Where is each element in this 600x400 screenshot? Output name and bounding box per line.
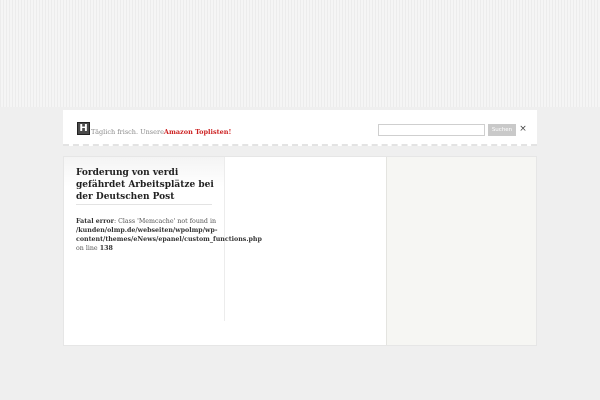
search-button[interactable]: Suchen [488,124,516,136]
sidebar [386,157,536,345]
close-icon[interactable]: × [519,123,527,135]
error-text: : Class 'Memcache' not found in [113,218,217,225]
title-divider [76,204,212,205]
top-striped-banner [0,0,600,107]
tagline: Täglich frisch. UnsereAmazon Toplisten! [91,128,231,136]
post-title[interactable]: Forderung von verdi gefährdet Arbeitsplä… [76,167,216,203]
content-panel: Forderung von verdi gefährdet Arbeitsplä… [63,156,537,346]
search-input[interactable] [378,124,485,136]
amazon-toplisten-link[interactable]: Amazon Toplisten! [164,128,231,136]
error-label: Fatal error [76,218,114,225]
error-line-number: 138 [99,245,113,252]
logo-icon[interactable]: H [77,122,90,135]
error-line-prefix: on line [76,245,98,252]
tagline-text: Täglich frisch. Unsere [91,128,164,136]
error-file-path: /kunden/olmp.de/webseiten/wpolmp/wp-cont… [76,227,262,243]
error-message: Fatal error: Class 'Memcache' not found … [76,217,262,253]
header-bar: H Täglich frisch. UnsereAmazon Toplisten… [63,110,537,146]
